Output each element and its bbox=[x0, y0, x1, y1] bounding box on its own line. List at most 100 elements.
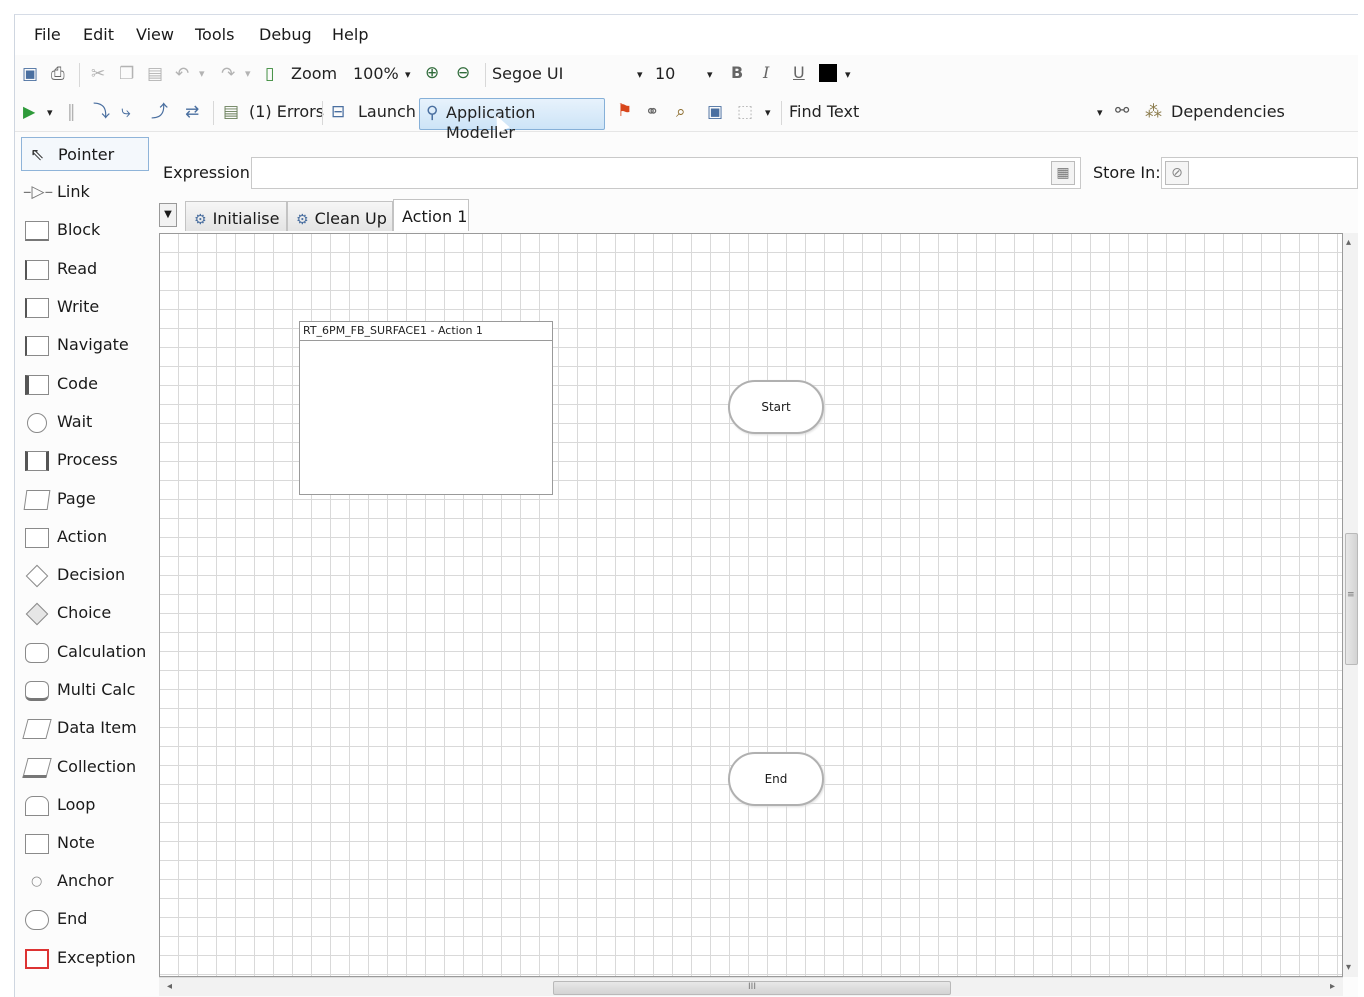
process-diagram-canvas[interactable]: RT_6PM_FB_SURFACE1 - Action 1 Start End bbox=[159, 233, 1343, 977]
tool-code[interactable]: Code bbox=[21, 367, 149, 401]
tool-process[interactable]: Process bbox=[21, 443, 149, 477]
find-text-input[interactable]: Find Text bbox=[789, 102, 859, 122]
tool-navigate[interactable]: Navigate bbox=[21, 328, 149, 362]
zoom-out-icon[interactable]: ⊖ bbox=[456, 63, 470, 83]
tool-decision[interactable]: Decision bbox=[21, 558, 149, 592]
application-modeller-button[interactable]: ⚲ Application Modeller bbox=[419, 98, 605, 142]
launch-button[interactable]: Launch bbox=[358, 102, 416, 122]
toolbar-debug: ▶ ▾ ‖ ⤵ ⤷ ⤴ ⇄ ▤ (1) Errors ⊟ Launch ⚲ Ap… bbox=[15, 93, 1358, 142]
scroll-left-icon[interactable]: ◂ bbox=[167, 981, 172, 992]
dependencies-button[interactable]: Dependencies bbox=[1171, 102, 1285, 122]
run-icon[interactable]: ▶ bbox=[23, 102, 35, 122]
scroll-down-icon[interactable]: ▾ bbox=[1346, 962, 1351, 973]
tool-read[interactable]: Read bbox=[21, 252, 149, 286]
tool-end[interactable]: End bbox=[21, 902, 149, 936]
fit-to-window-icon[interactable]: ⬚ bbox=[737, 102, 753, 122]
vertical-scroll-thumb[interactable]: ≡ bbox=[1345, 533, 1358, 665]
scroll-right-icon[interactable]: ▸ bbox=[1330, 981, 1335, 992]
tool-block[interactable]: Block bbox=[21, 213, 149, 247]
menu-help[interactable]: Help bbox=[332, 25, 368, 44]
vertical-scrollbar[interactable]: ▴ ≡ ▾ bbox=[1343, 233, 1358, 977]
zoom-select[interactable]: 100% bbox=[353, 64, 399, 84]
block-stage[interactable]: RT_6PM_FB_SURFACE1 - Action 1 bbox=[299, 321, 553, 495]
errors-button[interactable]: (1) Errors bbox=[249, 102, 324, 122]
redo-icon[interactable]: ↷ bbox=[221, 64, 235, 84]
font-color-dropdown-icon[interactable]: ▾ bbox=[845, 65, 851, 85]
menu-tools[interactable]: Tools bbox=[195, 25, 234, 44]
step-icon[interactable]: ⤵ bbox=[93, 102, 110, 122]
tool-calculation[interactable]: Calculation bbox=[21, 635, 149, 669]
toolbar-separator bbox=[79, 63, 80, 87]
tool-loop[interactable]: Loop bbox=[21, 788, 149, 822]
zoom-dropdown-icon[interactable]: ▾ bbox=[405, 65, 411, 85]
zoom-in-icon[interactable]: ⊕ bbox=[425, 63, 439, 83]
tab-action-1[interactable]: Action 1 bbox=[393, 199, 469, 231]
tool-page[interactable]: Page bbox=[21, 482, 149, 516]
store-in-picker-icon[interactable]: ⊘ bbox=[1165, 161, 1189, 185]
cut-icon[interactable]: ✂ bbox=[91, 64, 105, 84]
tool-write[interactable]: Write bbox=[21, 290, 149, 324]
end-icon bbox=[25, 910, 49, 930]
scroll-up-icon[interactable]: ▴ bbox=[1346, 237, 1351, 248]
store-in-input[interactable] bbox=[1161, 157, 1358, 189]
print-icon[interactable]: ⎙ bbox=[51, 64, 65, 84]
paste-icon[interactable]: ▤ bbox=[147, 64, 163, 84]
step-over-icon[interactable]: ⤷ bbox=[121, 102, 131, 122]
font-size-select[interactable]: 10 bbox=[655, 64, 675, 84]
bold-button[interactable]: B bbox=[731, 63, 743, 83]
tool-multi-calc[interactable]: Multi Calc bbox=[21, 673, 149, 707]
font-color-swatch[interactable] bbox=[819, 64, 837, 82]
binoculars-icon[interactable]: ⚯ bbox=[1115, 101, 1129, 121]
horizontal-scrollbar[interactable]: ◂ III ▸ bbox=[159, 977, 1343, 996]
copy-icon[interactable]: ❐ bbox=[119, 64, 134, 84]
font-size-dropdown-icon[interactable]: ▾ bbox=[707, 65, 713, 85]
tool-link[interactable]: –▷– Link bbox=[21, 175, 149, 209]
find-icon[interactable]: ⌕ bbox=[676, 102, 686, 122]
redo-dropdown-icon[interactable]: ▾ bbox=[245, 64, 251, 84]
run-dropdown-icon[interactable]: ▾ bbox=[47, 103, 53, 123]
find-text-dropdown-icon[interactable]: ▾ bbox=[1097, 103, 1103, 123]
store-in-label: Store In: bbox=[1093, 163, 1161, 182]
start-stage[interactable]: Start bbox=[728, 380, 824, 434]
tab-label: Clean Up bbox=[314, 209, 387, 228]
save-icon[interactable]: ▣ bbox=[22, 64, 38, 84]
tool-action[interactable]: Action bbox=[21, 520, 149, 554]
tab-initialise[interactable]: ⚙ Initialise bbox=[185, 201, 287, 231]
reset-icon[interactable]: ⇄ bbox=[185, 102, 199, 122]
pause-icon[interactable]: ‖ bbox=[67, 102, 76, 122]
tool-label: Exception bbox=[57, 948, 136, 967]
tool-choice[interactable]: Choice bbox=[21, 596, 149, 630]
tool-exception[interactable]: Exception bbox=[21, 941, 149, 975]
horizontal-scroll-thumb[interactable]: III bbox=[553, 981, 951, 995]
font-family-dropdown-icon[interactable]: ▾ bbox=[637, 65, 643, 85]
tab-label: Initialise bbox=[212, 209, 280, 228]
tool-note[interactable]: Note bbox=[21, 826, 149, 860]
tool-collection[interactable]: Collection bbox=[21, 750, 149, 784]
tool-label: Link bbox=[57, 182, 90, 201]
tool-pointer[interactable]: ⇖ Pointer bbox=[21, 137, 149, 171]
watch-icon[interactable]: ⚭ bbox=[645, 102, 659, 122]
menu-view[interactable]: View bbox=[136, 25, 174, 44]
tab-clean-up[interactable]: ⚙ Clean Up bbox=[287, 201, 393, 231]
underline-button[interactable]: U bbox=[793, 63, 805, 83]
tool-anchor[interactable]: ○ Anchor bbox=[21, 864, 149, 898]
undo-icon[interactable]: ↶ bbox=[175, 64, 189, 84]
tab-list-dropdown-icon[interactable]: ▼ bbox=[159, 203, 177, 227]
tool-wait[interactable]: Wait bbox=[21, 405, 149, 439]
font-family-select[interactable]: Segoe UI bbox=[492, 64, 563, 84]
window-icon[interactable]: ▣ bbox=[707, 102, 723, 122]
expression-input[interactable] bbox=[251, 157, 1081, 189]
menu-file[interactable]: File bbox=[34, 25, 61, 44]
tool-label: Pointer bbox=[58, 145, 115, 164]
italic-button[interactable]: I bbox=[763, 63, 769, 83]
step-out-icon[interactable]: ⤴ bbox=[151, 102, 168, 122]
view-dropdown-icon[interactable]: ▾ bbox=[765, 103, 771, 123]
undo-dropdown-icon[interactable]: ▾ bbox=[199, 64, 205, 84]
menu-debug[interactable]: Debug bbox=[259, 25, 312, 44]
expression-editor-button[interactable]: ▦ bbox=[1051, 161, 1075, 185]
tool-data-item[interactable]: Data Item bbox=[21, 711, 149, 745]
end-stage[interactable]: End bbox=[728, 752, 824, 806]
scroll-grip: ≡ bbox=[1347, 590, 1355, 600]
breakpoint-flag-icon[interactable]: ⚑ bbox=[617, 101, 632, 121]
menu-edit[interactable]: Edit bbox=[83, 25, 114, 44]
